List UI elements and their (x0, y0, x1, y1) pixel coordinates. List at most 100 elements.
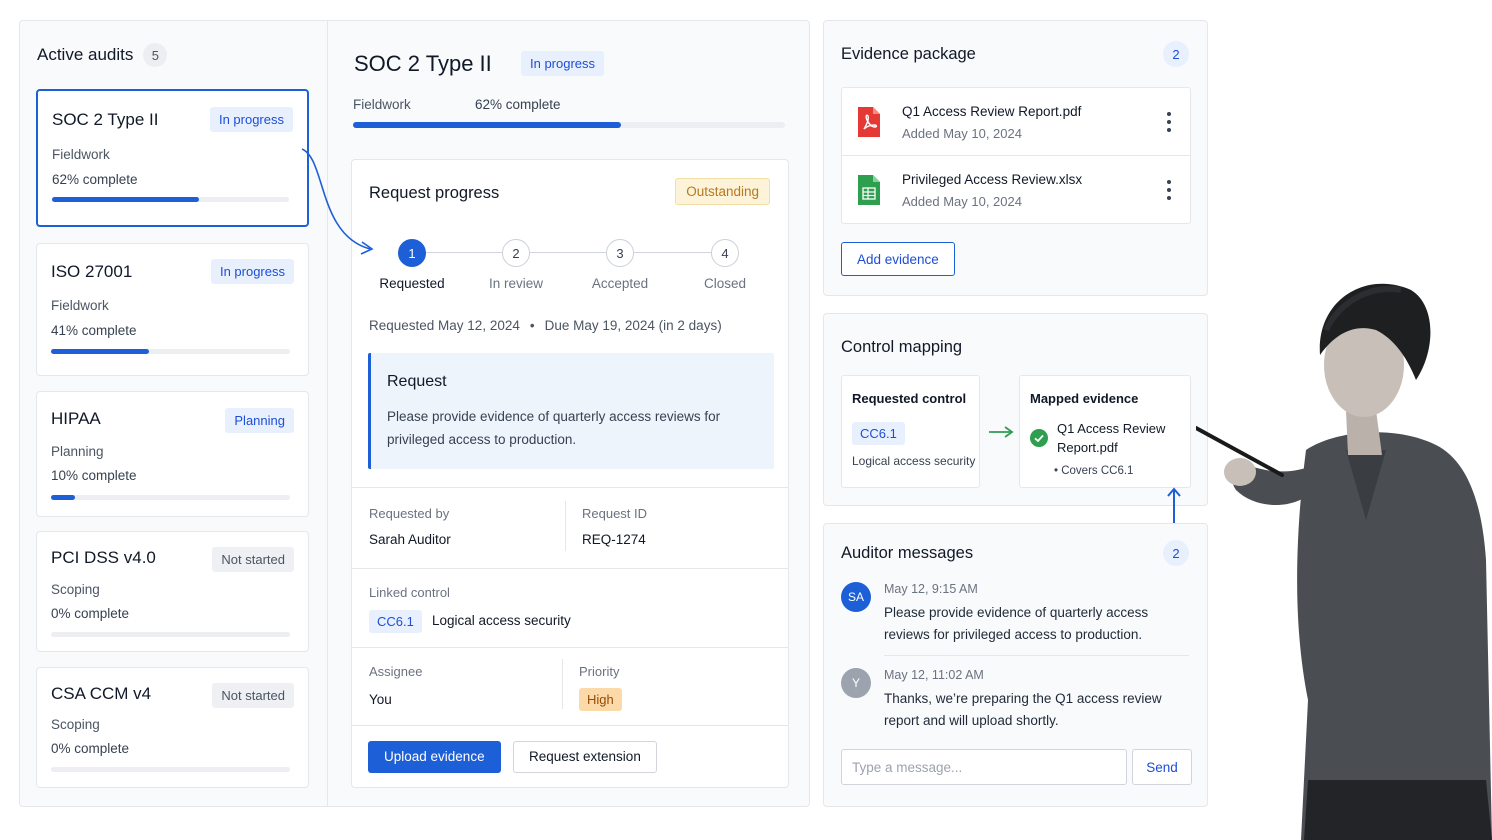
column-divider (327, 21, 328, 806)
audit-name: ISO 27001 (51, 262, 133, 281)
audit-percent: 62% complete (52, 172, 138, 187)
audit-percent: 41% complete (51, 323, 137, 338)
detail-progress-fill (353, 122, 621, 128)
step-4-label: Closed (703, 276, 747, 291)
audit-card-hipaa[interactable]: HIPAA Planning Planning 10% complete (36, 391, 309, 517)
file-row[interactable]: Q1 Access Review Report.pdf Added May 10… (842, 88, 1190, 156)
control-mapping-panel: Control mapping Requested control CC6.1 … (823, 313, 1208, 526)
arrow-up-icon (1167, 487, 1181, 526)
file-row[interactable]: Privileged Access Review.xlsx Added May … (842, 156, 1190, 224)
audit-card-pci-dss[interactable]: PCI DSS v4.0 Not started Scoping 0% comp… (36, 531, 309, 652)
detail-status-badge: In progress (521, 51, 605, 76)
divider (884, 655, 1189, 656)
step-3-label: Accepted (591, 276, 649, 291)
audit-percent: 10% complete (51, 468, 137, 483)
detail-percent: 62% complete (475, 97, 561, 112)
send-button[interactable]: Send (1132, 749, 1192, 785)
status-badge: Not started (212, 683, 294, 708)
message-time: May 12, 9:15 AM (884, 582, 978, 596)
control-code-chip[interactable]: CC6.1 (369, 610, 422, 633)
mapped-file-name-line1: Q1 Access Review (1057, 421, 1166, 436)
covers-label: • Covers CC6.1 (1054, 465, 1134, 477)
assignee-value: You (369, 692, 392, 707)
step-1-circle[interactable]: 1 (398, 239, 426, 267)
request-progress-title: Request progress (369, 184, 500, 202)
request-card: Request progress Outstanding 1 2 3 4 Req… (351, 159, 789, 788)
audit-name: HIPAA (51, 409, 101, 428)
request-box-text: Please provide evidence of quarterly acc… (387, 409, 721, 447)
control-code-chip[interactable]: CC6.1 (852, 422, 905, 445)
audit-progress-bar (51, 632, 290, 637)
detail-title: SOC 2 Type II (354, 51, 492, 76)
detail-phase: Fieldwork (353, 97, 411, 112)
status-badge: In progress (209, 107, 293, 132)
message-text: Please provide evidence of quarterly acc… (884, 605, 1149, 642)
upload-evidence-button[interactable]: Upload evidence (368, 741, 501, 773)
linked-control-label: Linked control (369, 585, 450, 600)
kebab-menu-icon[interactable] (1166, 112, 1172, 132)
file-date: Added May 10, 2024 (902, 194, 1022, 209)
status-badge: In progress (210, 259, 294, 284)
requested-by-value: Sarah Auditor (369, 532, 451, 547)
divider (352, 725, 788, 726)
divider (352, 647, 788, 648)
priority-label: Priority (579, 664, 620, 679)
message-item: Y May 12, 11:02 AM Thanks, we’re prepari… (841, 668, 1191, 738)
audit-progress-bar (51, 767, 290, 772)
add-evidence-button[interactable]: Add evidence (841, 242, 955, 276)
kebab-menu-icon[interactable] (1166, 180, 1172, 200)
spreadsheet-file-icon (858, 175, 880, 205)
audit-card-iso27001[interactable]: ISO 27001 In progress Fieldwork 41% comp… (36, 243, 309, 376)
status-badge: Not started (212, 547, 294, 572)
requested-control-title: Requested control (852, 391, 967, 406)
audit-name: PCI DSS v4.0 (51, 548, 156, 567)
audit-percent: 0% complete (51, 741, 130, 756)
messages-count: 2 (1163, 540, 1189, 566)
evidence-package-panel: Evidence package 2 Q1 Access Review Repo… (823, 20, 1208, 296)
audit-phase: Planning (51, 444, 104, 459)
mapped-file-name-line2: Report.pdf (1057, 440, 1118, 455)
audit-progress-fill (51, 349, 149, 354)
auditor-messages-panel: Auditor messages 2 SA May 12, 9:15 AM Pl… (823, 523, 1208, 807)
request-dates: Requested May 12, 2024 • Due May 19, 2024 … (369, 318, 722, 333)
message-text: Thanks, we’re preparing the Q1 access re… (884, 691, 1162, 728)
request-description-box: Request Please provide evidence of quart… (368, 353, 774, 469)
audit-phase: Scoping (51, 717, 100, 732)
mapped-evidence-title: Mapped evidence (1030, 391, 1139, 406)
stepper-line (426, 252, 726, 253)
file-name: Q1 Access Review Report.pdf (902, 104, 1082, 119)
control-name: Logical access security (852, 454, 976, 468)
audit-progress-fill (51, 495, 75, 500)
request-id-value: REQ-1274 (582, 532, 646, 547)
connector-arrow (301, 148, 374, 255)
request-extension-button[interactable]: Request extension (513, 741, 657, 773)
arrow-right-icon (989, 426, 1014, 438)
file-date: Added May 10, 2024 (902, 126, 1022, 141)
audits-header: Active audits 5 (37, 43, 168, 67)
outstanding-badge: Outstanding (675, 178, 770, 205)
detail-progress-bar (353, 122, 785, 128)
priority-chip: High (579, 688, 622, 711)
step-4-circle[interactable]: 4 (711, 239, 739, 267)
evidence-file-list: Q1 Access Review Report.pdf Added May 10… (841, 87, 1191, 224)
audit-progress-bar (52, 197, 289, 202)
audit-progress-bar (51, 495, 290, 500)
audit-card-csa-ccm[interactable]: CSA CCM v4 Not started Scoping 0% comple… (36, 667, 309, 788)
message-input[interactable] (841, 749, 1127, 785)
avatar: SA (841, 582, 871, 612)
divider (352, 487, 788, 488)
audit-percent: 0% complete (51, 606, 130, 621)
step-2-label: In review (488, 276, 544, 291)
audit-phase: Fieldwork (52, 147, 110, 162)
requested-date: Requested May 12, 2024 (369, 318, 520, 333)
step-3-circle[interactable]: 3 (606, 239, 634, 267)
audit-card-soc2[interactable]: SOC 2 Type II In progress Fieldwork 62% … (36, 89, 309, 227)
step-2-circle[interactable]: 2 (502, 239, 530, 267)
evidence-title: Evidence package (841, 45, 976, 63)
evidence-count: 2 (1163, 41, 1189, 67)
audit-progress-bar (51, 349, 290, 354)
audits-title: Active audits (37, 45, 134, 64)
requested-control-box: Requested control CC6.1 Logical access s… (841, 375, 980, 488)
audit-progress-fill (52, 197, 199, 202)
status-badge: Planning (225, 408, 294, 433)
